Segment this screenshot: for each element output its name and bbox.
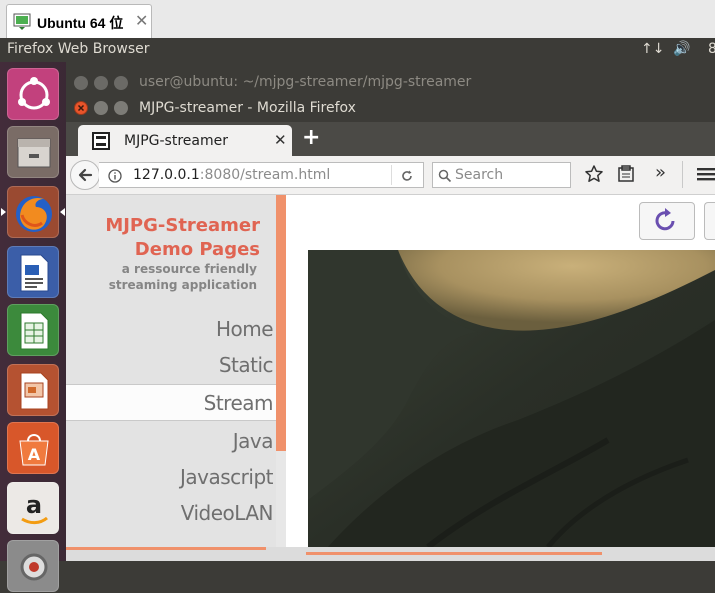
files-icon[interactable] xyxy=(7,126,59,178)
system-settings-icon[interactable] xyxy=(7,540,59,592)
close-icon[interactable] xyxy=(74,101,88,115)
libreoffice-calc-icon[interactable] xyxy=(7,304,59,356)
sidebar-footer-accent xyxy=(66,547,266,550)
network-icon[interactable]: ↑↓ xyxy=(641,41,664,57)
amazon-icon[interactable]: a xyxy=(7,482,59,534)
rotate-button[interactable] xyxy=(639,202,695,240)
sidebar-accent-border xyxy=(276,195,286,451)
svg-text:a: a xyxy=(26,491,42,519)
nav-link-stream[interactable]: Stream xyxy=(204,391,274,415)
sidebar-border-lower xyxy=(276,451,286,547)
search-input[interactable]: Search xyxy=(432,162,571,188)
ubuntu-dash-icon[interactable] xyxy=(7,68,59,120)
page-sidebar: MJPG-Streamer Demo Pages a ressource fri… xyxy=(66,195,276,547)
url-path: :8080/stream.html xyxy=(199,167,331,183)
status-area xyxy=(66,547,715,561)
nav-link-static[interactable]: Static xyxy=(219,353,274,377)
ubuntu-top-panel: Firefox Web Browser ↑↓ 🔊 8 xyxy=(0,38,715,62)
volume-icon[interactable]: 🔊 xyxy=(673,41,690,57)
brand-title-line2: Demo Pages xyxy=(134,239,260,260)
tab-title: MJPG-streamer xyxy=(124,133,228,149)
favicon-icon xyxy=(92,132,110,154)
reload-icon[interactable] xyxy=(400,168,414,187)
urlbar-divider xyxy=(391,165,392,185)
nav-link-javascript[interactable]: Javascript xyxy=(180,465,273,489)
bookmark-star-icon[interactable] xyxy=(584,164,604,188)
nav-link-videolan[interactable]: VideoLAN xyxy=(181,501,274,525)
back-button[interactable] xyxy=(70,160,100,190)
vm-tab-title: Ubuntu 64 位 xyxy=(37,15,124,31)
overflow-menu-button[interactable]: » xyxy=(655,162,666,183)
secondary-button[interactable] xyxy=(704,202,715,240)
nav-link-java[interactable]: Java xyxy=(233,429,274,453)
firefox-icon[interactable] xyxy=(7,186,59,238)
library-icon[interactable] xyxy=(616,164,636,188)
stream-frame-image xyxy=(308,250,715,547)
browser-tab-strip: MJPG-streamer ✕ + xyxy=(66,122,715,156)
svg-text:A: A xyxy=(28,445,41,464)
brand-title-line1: MJPG-Streamer xyxy=(105,215,260,236)
maximize-icon[interactable] xyxy=(114,101,128,115)
active-app-title: Firefox Web Browser xyxy=(7,41,150,57)
info-icon[interactable] xyxy=(108,168,122,187)
content-header xyxy=(306,195,715,250)
maximize-icon[interactable] xyxy=(114,76,128,90)
window-title: MJPG-streamer - Mozilla Firefox xyxy=(139,100,356,116)
firefox-titlebar[interactable]: MJPG-streamer - Mozilla Firefox xyxy=(66,96,715,122)
toolbar-divider xyxy=(682,161,683,188)
video-stream xyxy=(308,250,715,547)
vm-icon xyxy=(13,13,31,31)
nav-link-home[interactable]: Home xyxy=(216,317,274,341)
new-tab-button[interactable]: + xyxy=(302,125,320,150)
url-host: 127.0.0.1 xyxy=(133,167,200,183)
search-placeholder: Search xyxy=(455,167,504,183)
libreoffice-impress-icon[interactable] xyxy=(7,364,59,416)
terminal-titlebar[interactable]: user@ubuntu: ~/mjpg-streamer/mjpg-stream… xyxy=(66,70,715,96)
navigation-toolbar: 127.0.0.1:8080/stream.html Search » xyxy=(66,156,715,195)
indicator-overflow[interactable]: 8 xyxy=(708,41,715,57)
close-icon[interactable] xyxy=(74,76,88,90)
close-icon[interactable]: ✕ xyxy=(274,131,287,149)
vm-tab-bar: Ubuntu 64 位 ✕ xyxy=(0,0,715,39)
software-center-icon[interactable]: A xyxy=(7,422,59,474)
url-bar[interactable]: 127.0.0.1:8080/stream.html xyxy=(99,162,424,188)
tagline-line1: a ressource friendly xyxy=(121,262,257,276)
url-text: 127.0.0.1:8080/stream.html xyxy=(133,167,330,183)
close-icon[interactable]: ✕ xyxy=(135,11,148,30)
content-footer-accent xyxy=(306,552,602,555)
vm-tab-ubuntu[interactable]: Ubuntu 64 位 ✕ xyxy=(6,4,152,38)
web-page: MJPG-Streamer Demo Pages a ressource fri… xyxy=(66,195,715,547)
unity-launcher: A a xyxy=(0,62,66,592)
focused-indicator xyxy=(60,208,65,216)
running-indicator xyxy=(1,208,6,216)
terminal-title: user@ubuntu: ~/mjpg-streamer/mjpg-stream… xyxy=(139,74,472,90)
tab-mjpg-streamer[interactable]: MJPG-streamer ✕ xyxy=(78,125,292,156)
libreoffice-writer-icon[interactable] xyxy=(7,246,59,298)
minimize-icon[interactable] xyxy=(94,76,108,90)
search-icon xyxy=(438,168,452,187)
minimize-icon[interactable] xyxy=(94,101,108,115)
hamburger-menu-icon[interactable] xyxy=(696,164,715,188)
tagline-line2: streaming application xyxy=(108,278,257,292)
